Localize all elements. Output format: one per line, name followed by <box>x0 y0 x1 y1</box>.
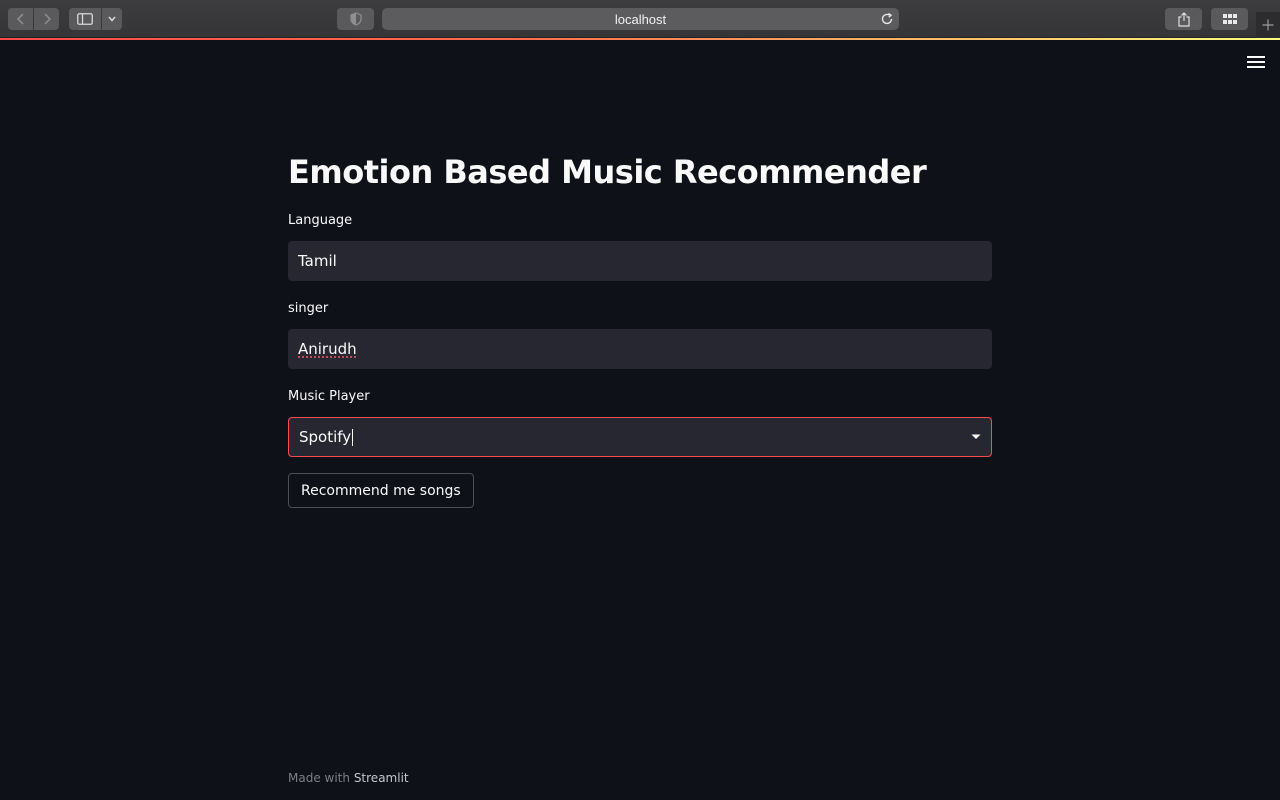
chevron-left-icon <box>16 13 24 25</box>
chevron-right-icon <box>43 13 51 25</box>
sidebar-toggle-button[interactable] <box>69 8 101 30</box>
chevron-down-icon[interactable] <box>970 433 982 441</box>
privacy-button[interactable] <box>337 8 374 30</box>
text-cursor <box>352 428 354 446</box>
share-icon <box>1177 11 1190 27</box>
address-bar[interactable]: localhost <box>382 8 899 30</box>
singer-label: singer <box>288 301 329 316</box>
browser-toolbar: localhost <box>0 0 1280 38</box>
hamburger-menu-icon[interactable] <box>1247 56 1265 70</box>
back-button[interactable] <box>8 8 33 30</box>
singer-input[interactable]: Anirudh <box>288 329 992 369</box>
decoration-bar <box>0 38 1280 40</box>
sidebar-icon <box>77 13 93 25</box>
shield-icon <box>349 12 362 26</box>
singer-field: singer Anirudh <box>288 299 992 369</box>
singer-value: Anirudh <box>298 340 357 358</box>
chevron-down-icon <box>108 16 116 22</box>
new-tab-button[interactable] <box>1256 12 1280 38</box>
tab-overview-button[interactable] <box>1211 8 1248 30</box>
recommend-button[interactable]: Recommend me songs <box>288 473 474 508</box>
share-button[interactable] <box>1165 8 1202 30</box>
reload-icon[interactable] <box>880 12 894 26</box>
address-text: localhost <box>614 11 667 27</box>
forward-button[interactable] <box>34 8 59 30</box>
main-content: Emotion Based Music Recommender Language… <box>288 150 992 508</box>
streamlit-link[interactable]: Streamlit <box>354 771 409 785</box>
footer: Made with Streamlit <box>288 771 409 785</box>
music-player-label: Music Player <box>288 389 370 404</box>
footer-prefix: Made with <box>288 771 350 785</box>
language-label: Language <box>288 213 353 228</box>
music-player-value: Spotify <box>299 428 352 446</box>
language-input[interactable]: Tamil <box>288 241 992 281</box>
music-player-select[interactable]: Spotify <box>288 417 992 457</box>
language-field: Language Tamil <box>288 211 992 281</box>
page-title: Emotion Based Music Recommender <box>288 153 927 191</box>
plus-icon <box>1262 19 1274 31</box>
grid-icon <box>1222 14 1237 24</box>
sidebar-dropdown-button[interactable] <box>102 8 122 30</box>
music-player-field: Music Player Spotify <box>288 387 992 457</box>
language-value: Tamil <box>298 252 337 270</box>
